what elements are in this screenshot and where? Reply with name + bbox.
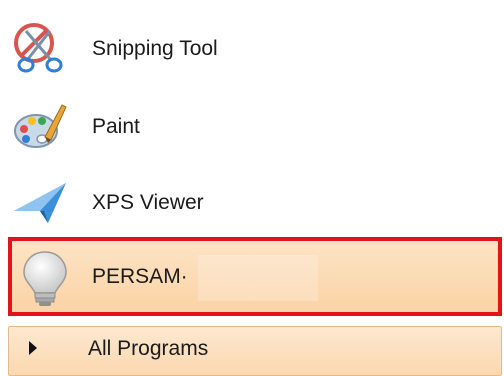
program-item-snipping-tool[interactable]: Snipping Tool (8, 14, 502, 84)
start-menu-program-list: Snipping Tool Paint XPS Viewer PERSAM· A… (0, 0, 504, 376)
program-label: Snipping Tool (92, 37, 218, 60)
paint-palette-icon (12, 101, 68, 153)
program-item-xps-viewer[interactable]: XPS Viewer (8, 168, 502, 238)
triangle-right-icon (29, 341, 37, 355)
program-label: XPS Viewer (92, 191, 204, 214)
program-label: PERSAM· (92, 264, 188, 288)
program-label: Paint (92, 115, 140, 138)
highlight-glare (198, 255, 318, 301)
program-item-paint[interactable]: Paint (8, 92, 502, 162)
all-programs-label: All Programs (88, 337, 209, 360)
lightbulb-icon (18, 249, 72, 309)
snipping-tool-icon (12, 23, 68, 75)
all-programs-button[interactable]: All Programs (8, 326, 502, 376)
xps-viewer-icon (12, 177, 68, 229)
program-item-persam[interactable]: PERSAM· (8, 237, 502, 316)
